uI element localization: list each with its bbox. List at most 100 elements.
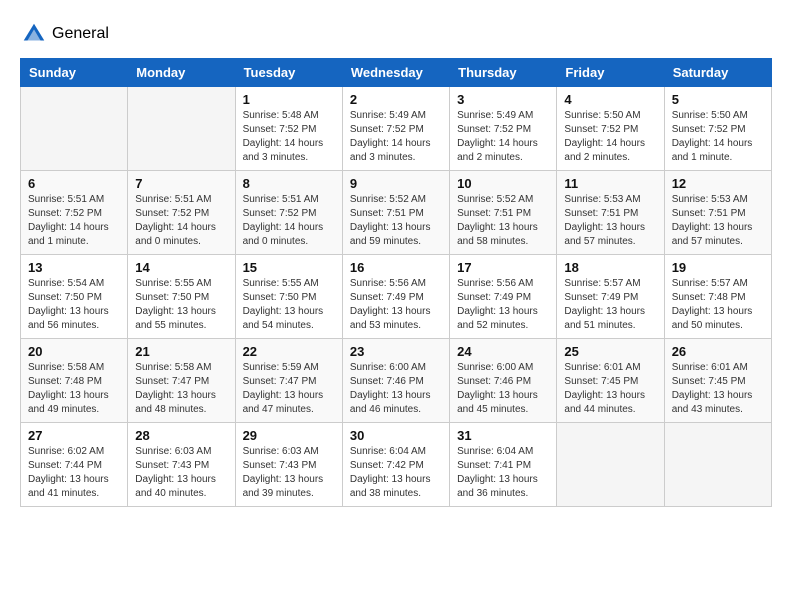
week-row-2: 6 Sunrise: 5:51 AM Sunset: 7:52 PM Daylig… (21, 171, 772, 255)
calendar-cell: 22 Sunrise: 5:59 AM Sunset: 7:47 PM Dayli… (235, 339, 342, 423)
cell-content: Sunrise: 5:48 AM Sunset: 7:52 PM Dayligh… (243, 109, 335, 165)
weekday-header-sunday: Sunday (21, 59, 128, 87)
day-number: 27 (28, 428, 120, 443)
calendar-cell: 4 Sunrise: 5:50 AM Sunset: 7:52 PM Daylig… (557, 87, 664, 171)
cell-content: Sunrise: 6:01 AM Sunset: 7:45 PM Dayligh… (564, 361, 656, 417)
calendar-cell: 16Sunrise: 5:56 AM Sunset: 7:49 PM Dayli… (342, 255, 449, 339)
cell-content: Sunrise: 5:51 AM Sunset: 7:52 PM Dayligh… (135, 193, 227, 249)
calendar-table: SundayMondayTuesdayWednesdayThursdayFrid… (20, 58, 772, 507)
day-number: 5 (672, 92, 764, 107)
weekday-header-row: SundayMondayTuesdayWednesdayThursdayFrid… (21, 59, 772, 87)
calendar-cell (21, 87, 128, 171)
day-number: 19 (672, 260, 764, 275)
cell-content: Sunrise: 6:03 AM Sunset: 7:43 PM Dayligh… (243, 445, 335, 501)
day-number: 20 (28, 344, 120, 359)
day-number: 18 (564, 260, 656, 275)
cell-content: Sunrise: 5:58 AM Sunset: 7:48 PM Dayligh… (28, 361, 120, 417)
calendar-cell: 24Sunrise: 6:00 AM Sunset: 7:46 PM Dayli… (450, 339, 557, 423)
day-number: 9 (350, 176, 442, 191)
cell-content: Sunrise: 5:56 AM Sunset: 7:49 PM Dayligh… (457, 277, 549, 333)
calendar-cell: 8Sunrise: 5:51 AM Sunset: 7:52 PM Daylig… (235, 171, 342, 255)
calendar-cell: 26 Sunrise: 6:01 AM Sunset: 7:45 PM Dayli… (664, 339, 771, 423)
cell-content: Sunrise: 6:01 AM Sunset: 7:45 PM Dayligh… (672, 361, 764, 417)
weekday-header-saturday: Saturday (664, 59, 771, 87)
week-row-1: 1 Sunrise: 5:48 AM Sunset: 7:52 PM Daylig… (21, 87, 772, 171)
calendar-cell: 9 Sunrise: 5:52 AM Sunset: 7:51 PM Daylig… (342, 171, 449, 255)
calendar-cell: 17 Sunrise: 5:56 AM Sunset: 7:49 PM Dayli… (450, 255, 557, 339)
calendar-cell: 11 Sunrise: 5:53 AM Sunset: 7:51 PM Dayli… (557, 171, 664, 255)
calendar-cell: 31Sunrise: 6:04 AM Sunset: 7:41 PM Dayli… (450, 423, 557, 507)
calendar-cell: 14 Sunrise: 5:55 AM Sunset: 7:50 PM Dayli… (128, 255, 235, 339)
day-number: 7 (135, 176, 227, 191)
day-number: 13 (28, 260, 120, 275)
weekday-header-wednesday: Wednesday (342, 59, 449, 87)
day-number: 16 (350, 260, 442, 275)
day-number: 4 (564, 92, 656, 107)
logo-icon (20, 20, 48, 48)
cell-content: Sunrise: 6:00 AM Sunset: 7:46 PM Dayligh… (350, 361, 442, 417)
calendar-cell: 28Sunrise: 6:03 AM Sunset: 7:43 PM Dayli… (128, 423, 235, 507)
calendar-cell: 15 Sunrise: 5:55 AM Sunset: 7:50 PM Dayli… (235, 255, 342, 339)
cell-content: Sunrise: 5:55 AM Sunset: 7:50 PM Dayligh… (135, 277, 227, 333)
calendar-cell: 29 Sunrise: 6:03 AM Sunset: 7:43 PM Dayli… (235, 423, 342, 507)
calendar-cell: 12Sunrise: 5:53 AM Sunset: 7:51 PM Dayli… (664, 171, 771, 255)
cell-content: Sunrise: 5:49 AM Sunset: 7:52 PM Dayligh… (457, 109, 549, 165)
cell-content: Sunrise: 5:51 AM Sunset: 7:52 PM Dayligh… (243, 193, 335, 249)
day-number: 3 (457, 92, 549, 107)
weekday-header-thursday: Thursday (450, 59, 557, 87)
day-number: 14 (135, 260, 227, 275)
cell-content: Sunrise: 5:52 AM Sunset: 7:51 PM Dayligh… (457, 193, 549, 249)
day-number: 23 (350, 344, 442, 359)
calendar-cell: 1 Sunrise: 5:48 AM Sunset: 7:52 PM Daylig… (235, 87, 342, 171)
calendar-cell: 13 Sunrise: 5:54 AM Sunset: 7:50 PM Dayli… (21, 255, 128, 339)
cell-content: Sunrise: 6:04 AM Sunset: 7:42 PM Dayligh… (350, 445, 442, 501)
calendar-cell: 6Sunrise: 5:51 AM Sunset: 7:52 PM Daylig… (21, 171, 128, 255)
cell-content: Sunrise: 5:49 AM Sunset: 7:52 PM Dayligh… (350, 109, 442, 165)
week-row-3: 13 Sunrise: 5:54 AM Sunset: 7:50 PM Dayli… (21, 255, 772, 339)
calendar-cell: 20 Sunrise: 5:58 AM Sunset: 7:48 PM Dayli… (21, 339, 128, 423)
day-number: 26 (672, 344, 764, 359)
cell-content: Sunrise: 5:59 AM Sunset: 7:47 PM Dayligh… (243, 361, 335, 417)
calendar-cell: 2 Sunrise: 5:49 AM Sunset: 7:52 PM Daylig… (342, 87, 449, 171)
cell-content: Sunrise: 5:57 AM Sunset: 7:48 PM Dayligh… (672, 277, 764, 333)
day-number: 11 (564, 176, 656, 191)
day-number: 2 (350, 92, 442, 107)
day-number: 15 (243, 260, 335, 275)
cell-content: Sunrise: 6:04 AM Sunset: 7:41 PM Dayligh… (457, 445, 549, 501)
page-header: General (20, 20, 772, 48)
calendar-cell: 3 Sunrise: 5:49 AM Sunset: 7:52 PM Daylig… (450, 87, 557, 171)
cell-content: Sunrise: 5:55 AM Sunset: 7:50 PM Dayligh… (243, 277, 335, 333)
logo: General (20, 20, 109, 48)
calendar-cell (128, 87, 235, 171)
logo-text: General (52, 25, 109, 43)
week-row-5: 27 Sunrise: 6:02 AM Sunset: 7:44 PM Dayli… (21, 423, 772, 507)
day-number: 1 (243, 92, 335, 107)
weekday-header-friday: Friday (557, 59, 664, 87)
weekday-header-monday: Monday (128, 59, 235, 87)
calendar-cell (664, 423, 771, 507)
day-number: 6 (28, 176, 120, 191)
calendar-cell: 23 Sunrise: 6:00 AM Sunset: 7:46 PM Dayli… (342, 339, 449, 423)
cell-content: Sunrise: 6:02 AM Sunset: 7:44 PM Dayligh… (28, 445, 120, 501)
week-row-4: 20 Sunrise: 5:58 AM Sunset: 7:48 PM Dayli… (21, 339, 772, 423)
day-number: 24 (457, 344, 549, 359)
day-number: 30 (350, 428, 442, 443)
cell-content: Sunrise: 5:50 AM Sunset: 7:52 PM Dayligh… (672, 109, 764, 165)
day-number: 29 (243, 428, 335, 443)
logo-general: General (52, 25, 109, 43)
day-number: 25 (564, 344, 656, 359)
day-number: 10 (457, 176, 549, 191)
calendar-cell: 21Sunrise: 5:58 AM Sunset: 7:47 PM Dayli… (128, 339, 235, 423)
cell-content: Sunrise: 5:58 AM Sunset: 7:47 PM Dayligh… (135, 361, 227, 417)
cell-content: Sunrise: 5:53 AM Sunset: 7:51 PM Dayligh… (564, 193, 656, 249)
day-number: 28 (135, 428, 227, 443)
calendar-cell (557, 423, 664, 507)
day-number: 17 (457, 260, 549, 275)
day-number: 22 (243, 344, 335, 359)
calendar-cell: 27 Sunrise: 6:02 AM Sunset: 7:44 PM Dayli… (21, 423, 128, 507)
weekday-header-tuesday: Tuesday (235, 59, 342, 87)
cell-content: Sunrise: 5:50 AM Sunset: 7:52 PM Dayligh… (564, 109, 656, 165)
cell-content: Sunrise: 5:54 AM Sunset: 7:50 PM Dayligh… (28, 277, 120, 333)
calendar-cell: 7 Sunrise: 5:51 AM Sunset: 7:52 PM Daylig… (128, 171, 235, 255)
cell-content: Sunrise: 5:52 AM Sunset: 7:51 PM Dayligh… (350, 193, 442, 249)
